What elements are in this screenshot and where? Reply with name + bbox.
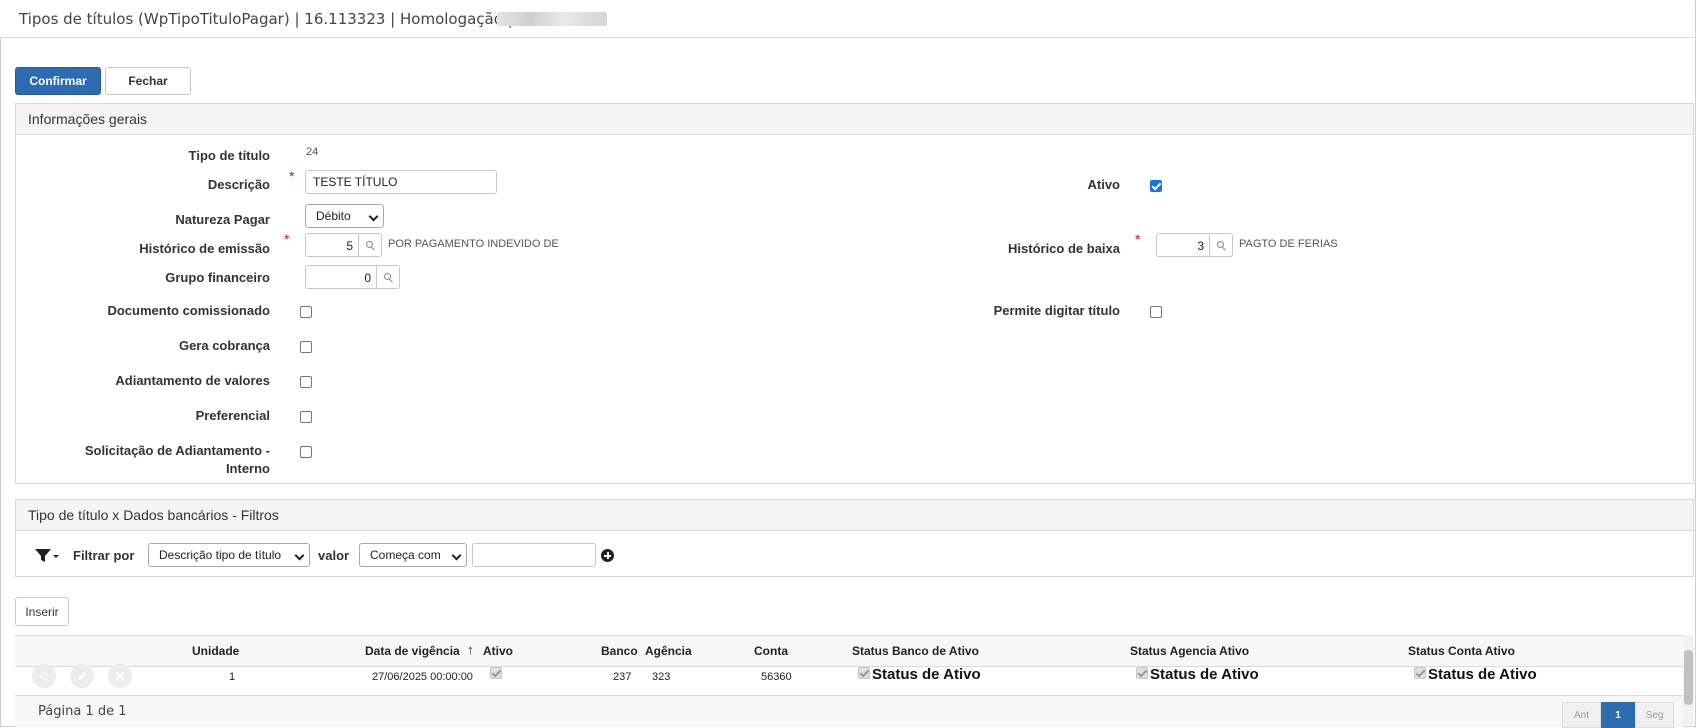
pager-current[interactable]: 1: [1601, 702, 1635, 728]
value-label: valor: [318, 548, 350, 563]
gera-cobranca-checkbox[interactable]: [300, 341, 312, 353]
hist-baixa-value: 3: [1197, 239, 1204, 253]
search-icon[interactable]: [358, 234, 381, 256]
col-agencia[interactable]: Agência: [645, 644, 692, 658]
title-bar: Tipos de títulos (WpTipoTituloPagar) | 1…: [0, 0, 1694, 38]
status-banco-text: Status de Ativo: [872, 666, 981, 683]
solicitacao-label-line1: Solicitação de Adiantamento -: [84, 443, 270, 458]
natureza-select[interactable]: Débito: [305, 204, 384, 228]
col-unidade[interactable]: Unidade: [192, 644, 239, 658]
adiantamento-label: Adiantamento de valores: [115, 373, 270, 388]
descricao-input[interactable]: TESTE TÍTULO: [305, 170, 497, 194]
cell-data-vigencia: 27/06/2025 00:00:00: [372, 671, 473, 683]
permite-digitar-label: Permite digitar título: [993, 303, 1120, 318]
col-ativo[interactable]: Ativo: [483, 644, 513, 658]
preferencial-label: Preferencial: [195, 408, 270, 423]
filter-field-value: Descrição tipo de título: [159, 548, 282, 562]
hist-baixa-label: Histórico de baixa: [1008, 241, 1120, 256]
pager-prev[interactable]: Ant: [1562, 702, 1601, 728]
cell-status-agencia: Status de Ativo: [1136, 666, 1259, 683]
hist-emissao-value: 5: [346, 239, 353, 253]
view-icon[interactable]: [32, 664, 56, 688]
status-conta-text: Status de Ativo: [1428, 666, 1537, 683]
status-banco-checkbox: [858, 667, 870, 679]
edit-icon[interactable]: [70, 664, 94, 688]
permite-digitar-checkbox[interactable]: [1150, 306, 1162, 318]
cell-status-banco: Status de Ativo: [858, 666, 981, 683]
solicitacao-checkbox[interactable]: [300, 446, 312, 458]
pager-next[interactable]: Seg: [1635, 702, 1674, 728]
filters-header: Tipo de título x Dados bancários - Filtr…: [16, 500, 1693, 531]
chevron-down-icon: [294, 550, 305, 561]
grupo-fin-label: Grupo financeiro: [165, 270, 270, 285]
grid-header: Unidade Data de vigência ↑ Ativo Banco A…: [15, 635, 1683, 667]
required-marker: *: [1135, 231, 1141, 247]
tipo-titulo-label: Tipo de título: [188, 148, 270, 163]
sort-asc-icon[interactable]: ↑: [467, 642, 474, 657]
cell-conta: 56360: [761, 671, 792, 683]
doc-comissionado-label: Documento comissionado: [107, 303, 270, 318]
descricao-label: Descrição: [207, 177, 270, 192]
natureza-value: Débito: [316, 209, 351, 223]
add-filter-icon[interactable]: [601, 549, 614, 562]
search-icon[interactable]: [376, 266, 399, 288]
grid-footer: Página 1 de 1 Ant 1 Seg: [15, 695, 1683, 728]
hist-emissao-desc: POR PAGAMENTO INDEVIDO DE: [388, 238, 559, 250]
operator-value: Começa com: [370, 548, 441, 562]
required-marker: *: [289, 168, 295, 184]
col-banco[interactable]: Banco: [601, 644, 638, 658]
delete-icon[interactable]: [108, 664, 132, 688]
ativo-label: Ativo: [1087, 177, 1121, 192]
filter-icon[interactable]: [34, 548, 60, 564]
status-conta-checkbox: [1414, 667, 1426, 679]
confirm-button[interactable]: Confirmar: [15, 67, 101, 95]
col-conta[interactable]: Conta: [754, 644, 788, 658]
chevron-down-icon: [451, 550, 462, 561]
cell-unidade: 1: [229, 671, 236, 683]
hist-emissao-input[interactable]: 5: [305, 233, 382, 257]
col-data-vigencia[interactable]: Data de vigência: [365, 644, 460, 658]
cell-banco: 237: [613, 671, 632, 683]
insert-button[interactable]: Inserir: [15, 597, 69, 626]
general-info-header: Informações gerais: [16, 104, 1693, 135]
preferencial-checkbox[interactable]: [300, 411, 312, 423]
solicitacao-label-line2: Interno: [225, 461, 270, 476]
filter-field-select[interactable]: Descrição tipo de título: [148, 543, 310, 567]
hist-emissao-label: Histórico de emissão: [139, 241, 270, 256]
doc-comissionado-checkbox[interactable]: [300, 306, 312, 318]
hist-baixa-desc: PAGTO DE FERIAS: [1239, 238, 1338, 250]
redacted-text: [497, 12, 607, 26]
filter-by-label: Filtrar por: [73, 548, 135, 563]
grupo-fin-input[interactable]: 0: [305, 265, 400, 289]
status-agencia-text: Status de Ativo: [1150, 666, 1259, 683]
hist-baixa-input[interactable]: 3: [1156, 233, 1233, 257]
page-info: Página 1 de 1: [38, 704, 127, 719]
window-title: Tipos de títulos (WpTipoTituloPagar) | 1…: [19, 10, 528, 28]
filter-value-input[interactable]: [472, 543, 596, 567]
cell-agencia: 323: [652, 671, 671, 683]
natureza-label: Natureza Pagar: [175, 212, 270, 227]
tipo-titulo-value: 24: [306, 146, 319, 158]
required-marker: *: [284, 231, 290, 247]
cell-status-conta: Status de Ativo: [1414, 666, 1537, 683]
search-icon[interactable]: [1209, 234, 1232, 256]
col-status-conta[interactable]: Status Conta Ativo: [1408, 644, 1515, 658]
cell-ativo-checkbox: [490, 667, 502, 679]
close-button[interactable]: Fechar: [105, 67, 191, 95]
operator-select[interactable]: Começa com: [359, 543, 467, 567]
adiantamento-checkbox[interactable]: [300, 376, 312, 388]
status-agencia-checkbox: [1136, 667, 1148, 679]
scrollbar-thumb[interactable]: [1684, 650, 1693, 705]
chevron-down-icon: [368, 211, 379, 222]
ativo-checkbox[interactable]: [1150, 180, 1162, 192]
col-status-banco[interactable]: Status Banco de Ativo: [852, 644, 979, 658]
gera-cobranca-label: Gera cobrança: [178, 338, 270, 353]
grupo-fin-value: 0: [364, 271, 371, 285]
grid-scrollbar[interactable]: [1683, 635, 1694, 725]
col-status-agencia[interactable]: Status Agencia Ativo: [1130, 644, 1249, 658]
